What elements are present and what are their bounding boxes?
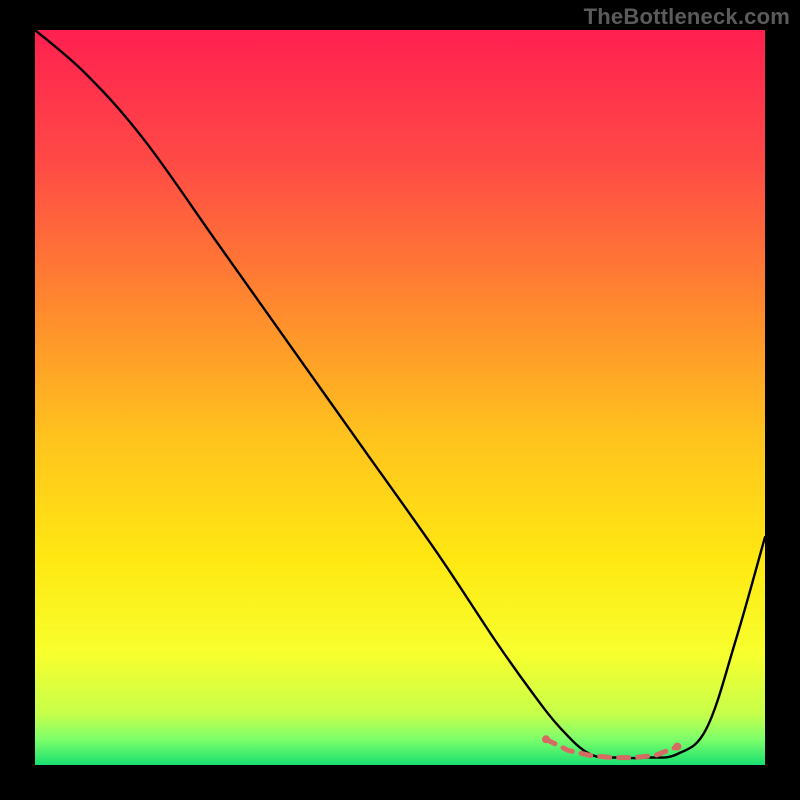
bottleneck-curve <box>35 30 765 758</box>
plot-area <box>35 30 765 765</box>
watermark-text: TheBottleneck.com <box>584 4 790 30</box>
optimal-range-end <box>542 735 550 743</box>
optimal-range-line <box>546 739 677 757</box>
curve-layer <box>35 30 765 765</box>
optimal-range-end <box>673 743 681 751</box>
chart-frame: TheBottleneck.com <box>0 0 800 800</box>
optimal-range-markers <box>542 735 681 757</box>
